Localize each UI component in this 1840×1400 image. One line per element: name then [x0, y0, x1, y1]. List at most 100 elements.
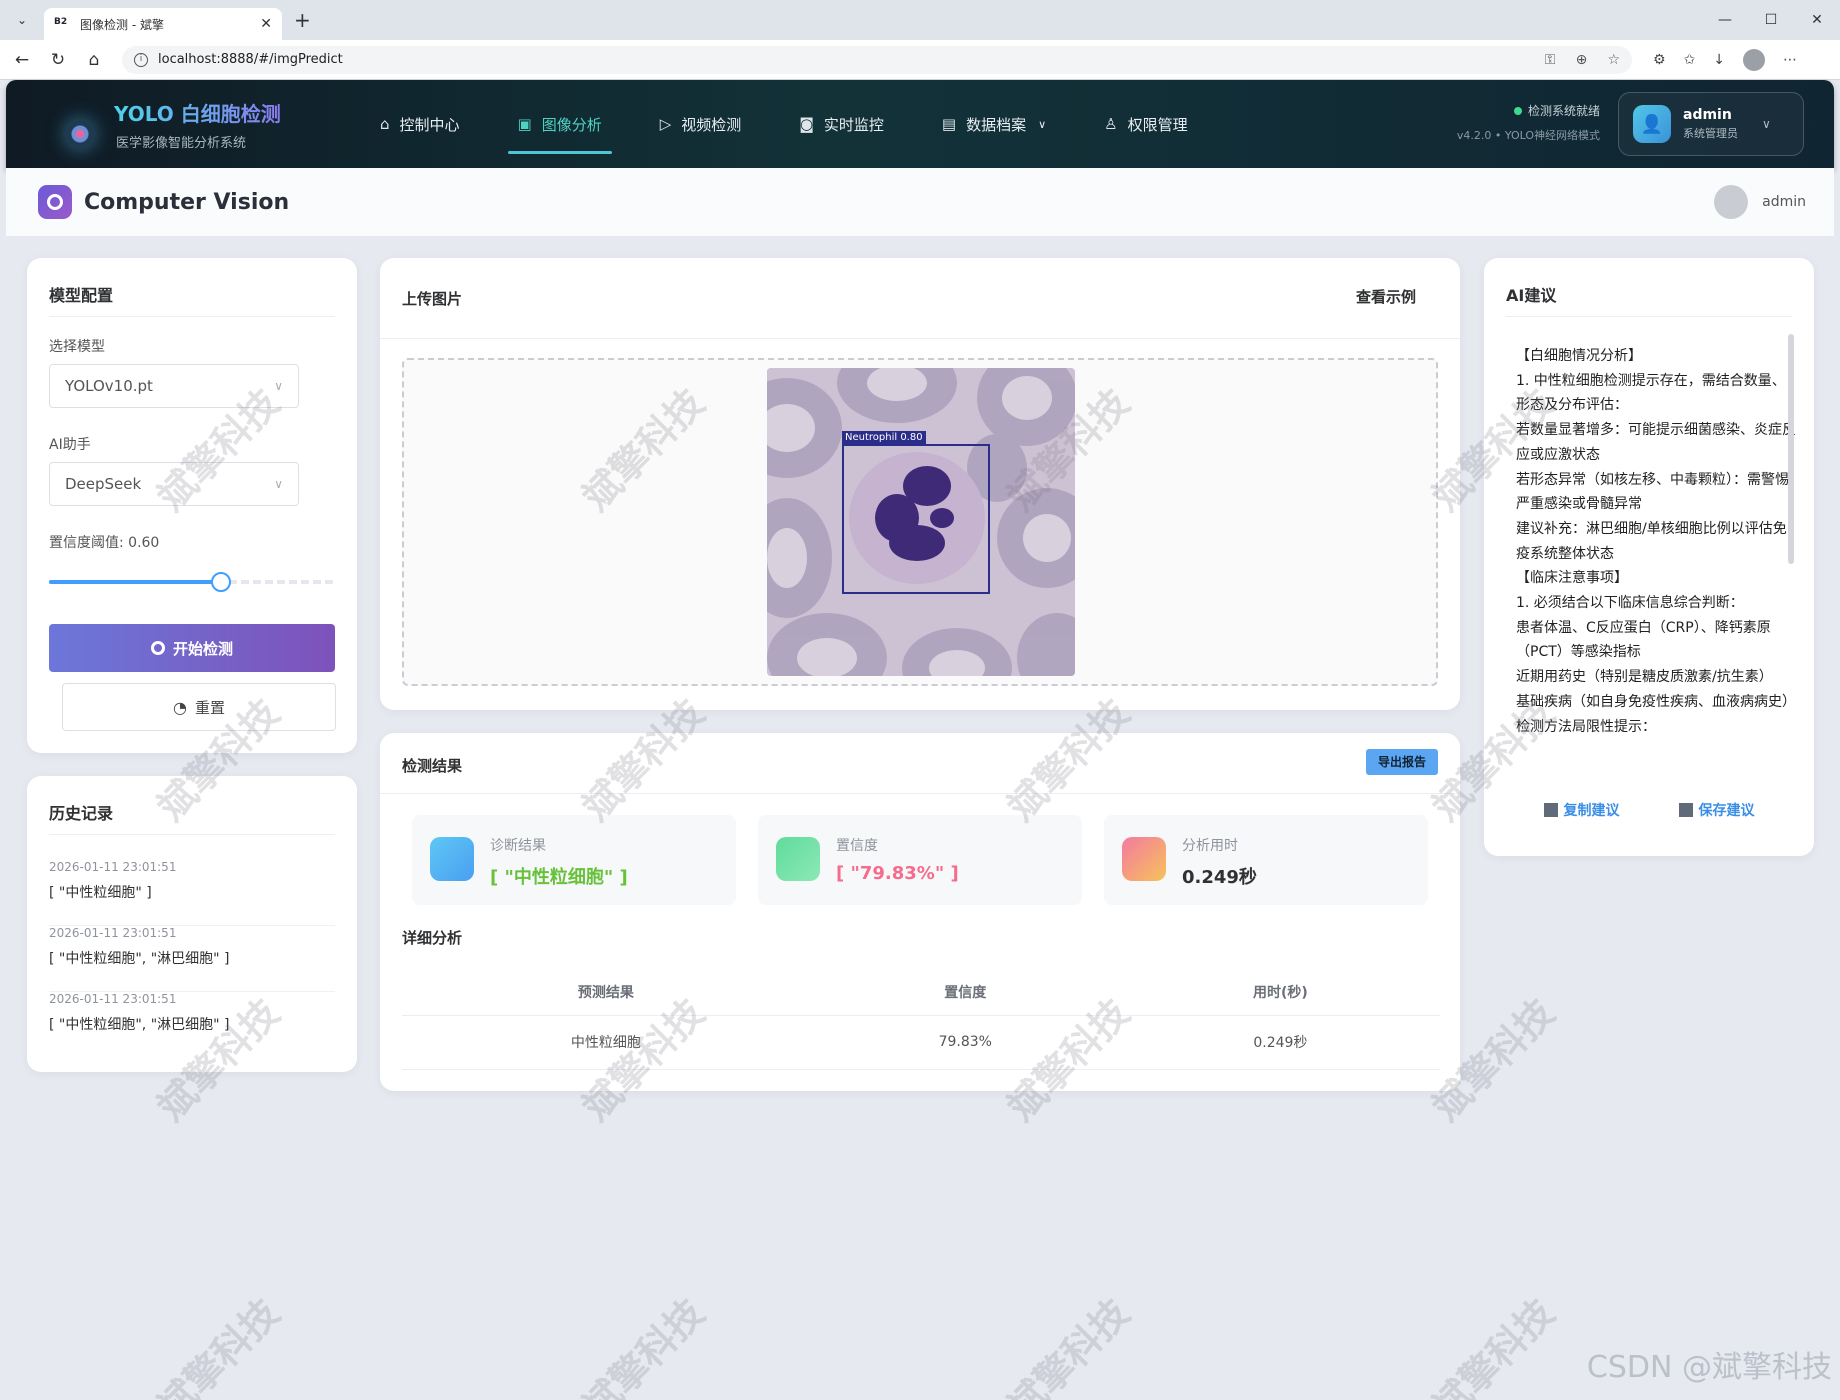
home-button[interactable]: ⌂ — [76, 50, 112, 70]
key-icon[interactable]: ⚿ — [1545, 52, 1556, 68]
copy-icon — [1543, 803, 1558, 817]
watermark: 斌擎科技 — [1424, 1290, 1563, 1400]
time-icon — [1122, 837, 1166, 881]
view-example-link[interactable]: 查看示例 — [1356, 286, 1416, 307]
watermark: 斌擎科技 — [999, 1290, 1138, 1400]
nav-image-analysis[interactable]: ▣ 图像分析 — [494, 80, 626, 168]
detection-label: Neutrophil 0.80 — [842, 431, 926, 444]
watermark: 斌擎科技 — [574, 1290, 713, 1400]
image-dropzone[interactable]: Neutrophil 0.80 — [402, 358, 1438, 686]
chevron-down-icon: ∨ — [1038, 117, 1047, 131]
zoom-icon[interactable]: ⊕ — [1576, 52, 1588, 68]
address-bar: ← ↻ ⌂ i localhost:8888/#/imgPredict ⚿ ⊕ … — [0, 40, 1840, 80]
page-title: Computer Vision — [84, 189, 290, 215]
stat-time: 分析用时 0.249秒 — [1104, 815, 1428, 905]
detection-image: Neutrophil 0.80 — [767, 368, 1075, 676]
watermark: 斌擎科技 — [149, 1290, 288, 1400]
threshold-slider[interactable] — [49, 572, 335, 592]
version-text: v4.2.0 • YOLO神经网络模式 — [1456, 129, 1600, 142]
close-window-button[interactable]: ✕ — [1794, 12, 1840, 28]
user-role: 系统管理员 — [1683, 127, 1738, 140]
nav-permission[interactable]: ♙ 权限管理 — [1080, 80, 1211, 168]
favicon-icon: B2 — [54, 17, 68, 27]
column-header: 用时(秒) — [1120, 969, 1440, 1016]
nav-realtime-monitor[interactable]: ◙ 实时监控 — [775, 80, 908, 168]
extensions-icon[interactable]: ⚙ — [1653, 52, 1666, 68]
new-tab-button[interactable]: + — [294, 8, 311, 32]
logo-icon — [64, 118, 96, 150]
browser-tabbar: ⌄ B2 图像检测 - 斌擎 ✕ + — ☐ ✕ — [0, 0, 1840, 40]
nav-control-center[interactable]: ⌂ 控制中心 — [356, 80, 484, 168]
page-user-name: admin — [1762, 194, 1806, 210]
assistant-label: AI助手 — [49, 437, 91, 453]
more-menu-icon[interactable]: ⋯ — [1783, 52, 1797, 68]
diagnosis-icon — [430, 837, 474, 881]
confidence-icon — [776, 837, 820, 881]
nav-data-archive[interactable]: ▤ 数据档案 ∨ — [918, 80, 1070, 168]
ai-suggestion-card: AI建议 【白细胞情况分析】 1. 中性粒细胞检测提示存在，需结合数量、形态及分… — [1484, 258, 1814, 856]
results-title: 检测结果 — [402, 757, 463, 775]
brand-subtitle: 医学影像智能分析系统 — [116, 136, 247, 151]
model-select[interactable]: YOLOv10.pt ∨ — [49, 364, 299, 408]
url-field[interactable]: i localhost:8888/#/imgPredict ⚿ ⊕ ☆ — [122, 45, 1632, 74]
site-info-icon[interactable]: i — [134, 52, 148, 67]
upload-title: 上传图片 — [402, 290, 463, 308]
history-title: 历史记录 — [49, 804, 114, 823]
save-icon — [1678, 803, 1693, 817]
favorites-icon[interactable]: ✩ — [1684, 52, 1696, 68]
tab-list-button[interactable]: ⌄ — [8, 6, 36, 34]
window-controls: — ☐ ✕ — [1702, 0, 1840, 40]
ai-title: AI建议 — [1506, 286, 1557, 305]
main-nav: ⌂ 控制中心 ▣ 图像分析 ▷ 视频检测 ◙ 实时监控 ▤ 数据档案 ∨ ♙ 权限管理 — [356, 80, 1222, 168]
chevron-down-icon: ∨ — [274, 477, 283, 491]
cv-logo-icon — [38, 185, 72, 219]
threshold-label: 置信度阈值: 0.60 — [49, 535, 160, 551]
avatar — [1714, 185, 1749, 219]
maximize-button[interactable]: ☐ — [1748, 12, 1794, 28]
browser-tab[interactable]: B2 图像检测 - 斌擎 ✕ — [44, 8, 282, 40]
page-user[interactable]: admin — [1714, 185, 1806, 219]
time-value: 0.249秒 — [1182, 867, 1257, 888]
model-label: 选择模型 — [49, 339, 105, 355]
confidence-value: [ "79.83%" ] — [836, 863, 959, 884]
user-menu[interactable]: 👤 admin 系统管理员 ∨ — [1618, 92, 1804, 156]
start-detection-button[interactable]: 开始检测 — [49, 624, 335, 672]
camera-icon: ◙ — [799, 115, 814, 133]
back-button[interactable]: ← — [4, 50, 40, 70]
assistant-select[interactable]: DeepSeek ∨ — [49, 462, 299, 506]
status-dot — [1513, 107, 1522, 115]
minimize-button[interactable]: — — [1702, 12, 1748, 28]
stat-confidence: 置信度 [ "79.83%" ] — [758, 815, 1082, 905]
slider-handle[interactable] — [210, 572, 231, 592]
reload-button[interactable]: ↻ — [40, 50, 76, 70]
image-icon: ▣ — [517, 115, 532, 133]
column-header: 置信度 — [809, 969, 1121, 1016]
nav-video-detection[interactable]: ▷ 视频检测 — [636, 80, 766, 168]
table-row: 中性粒细胞 79.83% 0.249秒 — [402, 1015, 1440, 1070]
chevron-down-icon: ∨ — [1762, 117, 1771, 131]
save-suggestion-button[interactable]: 保存建议 — [1678, 800, 1755, 820]
close-tab-icon[interactable]: ✕ — [260, 16, 272, 32]
reset-icon: ◔ — [173, 697, 187, 717]
page-title-bar: Computer Vision admin — [6, 168, 1834, 236]
results-card: 检测结果 导出报告 诊断结果 [ "中性粒细胞" ] 置信度 [ "79.83%… — [380, 733, 1460, 1091]
scrollbar[interactable] — [1788, 334, 1794, 564]
copy-suggestion-button[interactable]: 复制建议 — [1543, 800, 1620, 820]
user-icon: ♙ — [1104, 115, 1118, 133]
history-item[interactable]: 2026-01-11 23:01:51 [ "中性粒细胞", "淋巴细胞" ] — [49, 926, 335, 992]
detail-table: 预测结果 置信度 用时(秒) 中性粒细胞 79.83% 0.249秒 — [402, 969, 1440, 1070]
history-item[interactable]: 2026-01-11 23:01:51 [ "中性粒细胞", "淋巴细胞" ] — [49, 992, 335, 1058]
brand-title: YOLO 白细胞检测 — [114, 98, 281, 127]
reset-button[interactable]: ◔ 重置 — [62, 683, 336, 731]
detail-title: 详细分析 — [402, 929, 463, 947]
favorite-star-icon[interactable]: ☆ — [1607, 52, 1620, 68]
user-avatar-icon: 👤 — [1633, 105, 1671, 143]
ai-suggestion-text[interactable]: 【白细胞情况分析】 1. 中性粒细胞检测提示存在，需结合数量、形态及分布评估： … — [1506, 344, 1796, 772]
history-item[interactable]: 2026-01-11 23:01:51 [ "中性粒细胞" ] — [49, 860, 335, 926]
download-icon[interactable]: ↓ — [1713, 52, 1725, 68]
upload-card: 上传图片 查看示例 Neutrophil 0.80 — [380, 258, 1460, 710]
profile-avatar[interactable] — [1743, 48, 1766, 71]
diagnosis-value: [ "中性粒细胞" ] — [490, 867, 628, 888]
target-icon — [150, 641, 165, 655]
export-report-button[interactable]: 导出报告 — [1365, 749, 1438, 775]
